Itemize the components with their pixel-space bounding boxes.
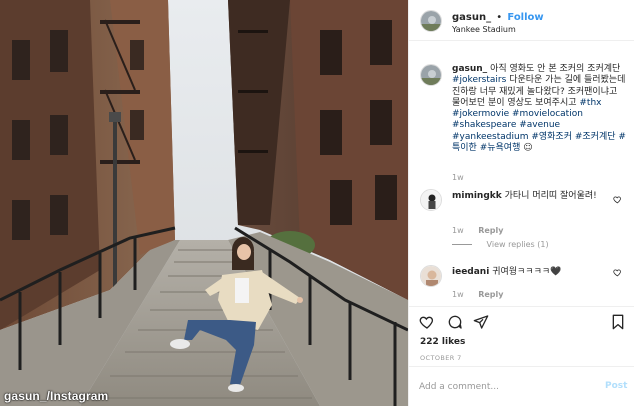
separator-dot: • (496, 12, 503, 23)
comment-meta: 1w Reply (452, 290, 503, 299)
location-link[interactable]: Yankee Stadium (452, 25, 516, 34)
share-send-icon[interactable] (473, 314, 489, 330)
comment-meta: 1w Reply (452, 226, 503, 235)
reply-button[interactable]: Reply (478, 290, 503, 299)
view-replies-button[interactable]: View replies (1) (452, 240, 549, 249)
comment-time[interactable]: 1w (452, 290, 464, 299)
comment-item: mimingkk 가타니 머리띠 잘어울려! (452, 190, 602, 202)
caption-hashtag-1[interactable]: #jokerstairs (452, 75, 506, 85)
comment-bubble-icon[interactable] (447, 314, 463, 330)
author-username[interactable]: gasun_ (452, 12, 491, 23)
post-side-panel: gasun_ • Follow Yankee Stadium gasun_ 아직… (408, 0, 634, 406)
like-comment-heart-icon[interactable] (613, 268, 622, 277)
comment-username[interactable]: mimingkk (452, 191, 502, 201)
commenter-avatar[interactable] (420, 265, 442, 287)
photo-credit: gasun_/Instagram (4, 389, 109, 403)
reply-button[interactable]: Reply (478, 226, 503, 235)
like-count[interactable]: 222 likes (420, 337, 465, 347)
caption-emoji: ☺ (523, 143, 533, 154)
post-photo[interactable]: gasun_/Instagram (0, 0, 408, 406)
caption-time[interactable]: 1w (452, 173, 464, 182)
comment-time[interactable]: 1w (452, 226, 464, 235)
like-heart-icon[interactable] (419, 314, 435, 330)
post-caption: gasun_ 아직 영화도 안 본 조커의 조커계단 #jokerstairs … (452, 64, 628, 154)
view-replies-label: View replies (1) (486, 240, 549, 249)
like-comment-heart-icon[interactable] (613, 195, 622, 204)
caption-text-1: 아직 영화도 안 본 조커의 조커계단 (490, 64, 621, 74)
view-replies-line (452, 244, 472, 245)
author-avatar[interactable] (420, 10, 442, 32)
post-header: gasun_ • Follow Yankee Stadium (409, 0, 634, 41)
comment-text: 가타니 머리띠 잘어울려! (504, 191, 597, 201)
comment-bar: Post (409, 366, 634, 406)
post-comment-button[interactable]: Post (605, 381, 627, 391)
post-date[interactable]: OCTOBER 7 (420, 354, 462, 362)
commenter-avatar[interactable] (420, 189, 442, 211)
save-bookmark-icon[interactable] (610, 314, 626, 330)
comment-input[interactable] (419, 380, 589, 394)
comment-username[interactable]: ieedani (452, 267, 489, 277)
photo-image (0, 0, 408, 406)
follow-button[interactable]: Follow (507, 12, 543, 23)
comment-item: ieedani 귀여웡ㅋㅋㅋㅋ🖤 (452, 266, 602, 278)
caption-author-avatar[interactable] (420, 64, 442, 86)
comment-text: 귀여웡ㅋㅋㅋㅋ🖤 (492, 267, 562, 277)
caption-username[interactable]: gasun_ (452, 64, 487, 74)
header-title-row: gasun_ • Follow (452, 12, 544, 23)
